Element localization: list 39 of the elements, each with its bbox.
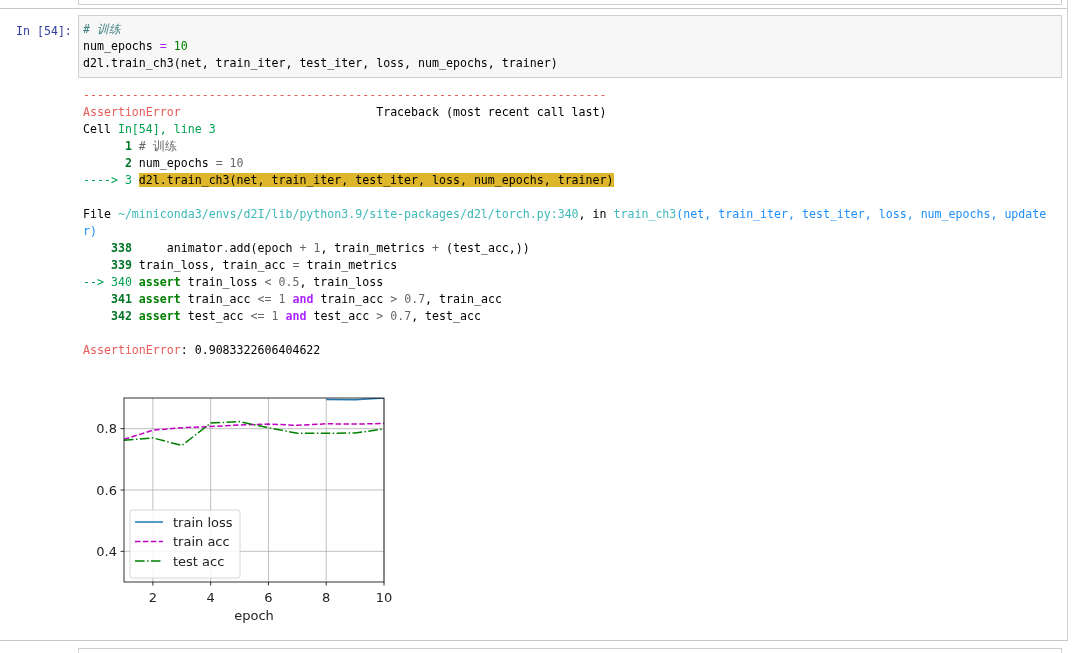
legend-label: train loss <box>173 514 233 530</box>
x-tick-label: 4 <box>206 590 215 605</box>
traceback-line: File ~/miniconda3/envs/d2I/lib/python3.9/site-packages/d2l/torch.py:340, in train_ch3(net, train_iter, test_iter, loss, num_epochs, update <box>83 206 1047 223</box>
y-tick <box>120 428 125 430</box>
x-tick <box>210 581 212 586</box>
x-tick-label: 6 <box>264 590 273 605</box>
x-tick <box>325 581 327 586</box>
x-tick-label: 10 <box>375 590 393 605</box>
x-axis-label: epoch <box>234 608 274 623</box>
y-tick <box>120 489 125 491</box>
traceback-line: AssertionError Traceback (most recent call last) <box>83 104 607 121</box>
traceback-line: 339 train_loss, train_acc = train_metrics <box>109 257 398 274</box>
traceback-line: 2 num_epochs = 10 <box>123 155 244 172</box>
traceback-line: 1 # 训练 <box>123 138 177 155</box>
y-tick-label: 0.8 <box>96 421 117 437</box>
y-tick-label: 0.4 <box>96 543 117 559</box>
code-line: num_epochs = 10 <box>83 38 188 55</box>
x-tick-label: 2 <box>148 590 158 605</box>
x-tick <box>152 581 154 586</box>
legend-label: train acc <box>173 534 230 549</box>
y-tick-label: 0.6 <box>96 482 117 498</box>
traceback-line: --> 340 assert train_loss < 0.5, train_loss <box>83 274 384 291</box>
x-tick-label: 8 <box>322 590 331 605</box>
traceback-line: 338 animator.add(epoch + 1, train_metrics + (test_acc,)) <box>109 240 530 257</box>
traceback-line: r) <box>83 223 97 240</box>
y-tick <box>120 550 125 552</box>
code-line: # 训练 <box>83 21 121 38</box>
traceback-line: Cell In[54], line 3 <box>83 121 216 138</box>
traceback-line: --------------------------------------------------------------------------- <box>83 87 607 104</box>
code-input[interactable]: # 训练 num_epochs = 10 d2l.train_ch3(net, train_iter, test_iter, loss, num_epochs, trainer) <box>78 15 1062 78</box>
legend-label: test acc <box>173 553 225 569</box>
traceback-line: AssertionError: 0.9083322606404622 <box>83 342 321 359</box>
traceback-line: 342 assert test_acc <= 1 and test_acc > 0.7, test_acc <box>109 308 481 325</box>
traceback-line: ----> 3 d2l.train_ch3(net, train_iter, test_iter, loss, num_epochs, trainer) <box>83 172 614 189</box>
x-tick <box>383 581 385 586</box>
traceback-line: 341 assert train_acc <= 1 and train_acc > 0.7, train_acc <box>109 291 502 308</box>
x-tick <box>268 581 269 586</box>
cell-prompt: In [54]: <box>16 24 72 38</box>
code-line: d2l.train_ch3(net, train_iter, test_iter, loss, num_epochs, trainer) <box>83 55 558 72</box>
